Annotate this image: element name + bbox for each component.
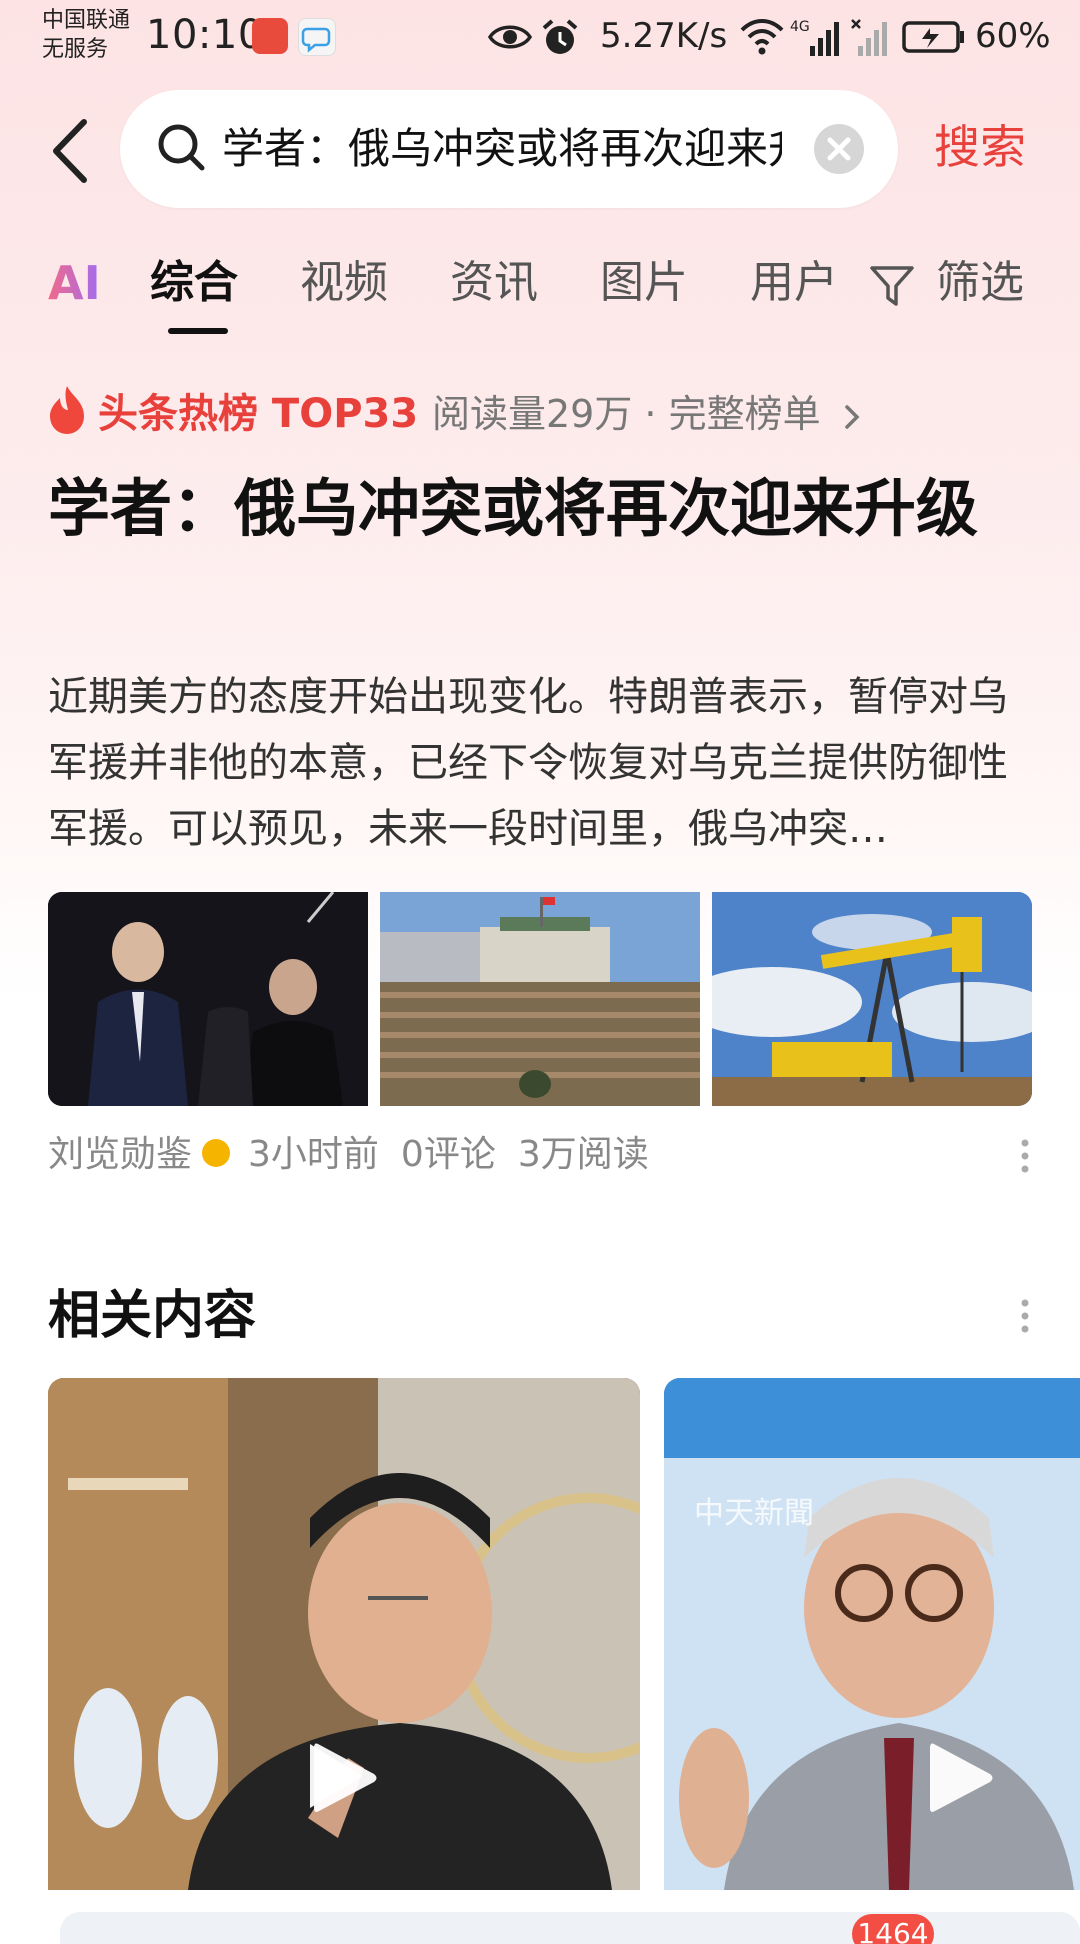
tab-ai[interactable]: AI xyxy=(48,248,101,318)
verified-badge-icon xyxy=(202,1139,231,1167)
search-input[interactable]: 学者：俄乌冲突或将再次迎来升级 xyxy=(222,116,782,182)
battery-icon xyxy=(902,21,964,53)
article-title[interactable]: 学者：俄乌冲突或将再次迎来升级 xyxy=(48,464,1008,554)
news-watermark: 中天新聞 xyxy=(694,1496,814,1531)
more-options-icon[interactable] xyxy=(1020,1138,1030,1174)
alarm-icon xyxy=(542,19,578,54)
battery-percentage: 60% xyxy=(975,16,1051,56)
play-icon-2[interactable] xyxy=(926,1738,996,1818)
no-signal-icon xyxy=(851,19,887,56)
related-video-1[interactable] xyxy=(48,1378,640,1890)
huawei-app-icon xyxy=(252,18,288,54)
filter-icon[interactable] xyxy=(868,264,916,308)
tab-users[interactable]: 用户 xyxy=(750,248,838,318)
tab-images[interactable]: 图片 xyxy=(600,248,688,318)
search-icon xyxy=(158,124,205,171)
tab-filter[interactable]: 筛选 xyxy=(936,248,1024,318)
chat-app-icon xyxy=(298,18,336,56)
article-summary[interactable]: 近期美方的态度开始出现变化。特朗普表示，暂停对乌军援并非他的本意，已经下令恢复对… xyxy=(48,664,1018,862)
search-tabs: AI 综合 视频 资讯 图片 用户 筛选 xyxy=(0,248,1080,348)
related-video-2[interactable]: 中天新聞 xyxy=(664,1378,1080,1890)
search-box[interactable]: 学者：俄乌冲突或将再次迎来升级 xyxy=(120,90,898,208)
article-image-2[interactable] xyxy=(380,892,700,1106)
comment-count: 0评论 xyxy=(400,1134,496,1175)
play-icon[interactable] xyxy=(310,1738,380,1818)
carrier-service: 无服务 xyxy=(42,37,109,62)
tab-video[interactable]: 视频 xyxy=(300,248,388,318)
article-image-1[interactable] xyxy=(48,892,368,1106)
carrier-name: 中国联通 xyxy=(42,8,131,33)
publish-time: 3小时前 xyxy=(248,1134,379,1175)
active-tab-indicator xyxy=(168,328,228,334)
related-more-icon[interactable] xyxy=(1020,1298,1030,1334)
network-type-label: 4G xyxy=(790,19,810,35)
hot-list-meta[interactable]: 阅读量29万 · 完整榜单 xyxy=(432,386,865,442)
carrier-info: 中国联通 无服务 xyxy=(42,6,130,64)
clear-search-icon[interactable] xyxy=(814,124,864,174)
search-button[interactable]: 搜索 xyxy=(934,114,1026,180)
net-speed: 5.27K/s xyxy=(600,16,728,56)
chevron-right-icon xyxy=(844,404,860,429)
tab-news[interactable]: 资讯 xyxy=(450,248,538,318)
signal-strength-icon: 4G xyxy=(790,19,839,56)
fire-icon xyxy=(50,386,84,434)
article-meta: 刘览勋鉴 3小时前 0评论 3万阅读 xyxy=(48,1130,649,1180)
back-arrow-icon[interactable] xyxy=(48,118,92,184)
tab-comprehensive[interactable]: 综合 xyxy=(150,248,238,318)
article-image-3[interactable] xyxy=(712,892,1032,1106)
read-count: 3万阅读 xyxy=(517,1134,649,1175)
hot-list-reads: 阅读量29万 · 完整榜单 xyxy=(432,392,821,436)
wifi-icon xyxy=(740,19,784,55)
author-name[interactable]: 刘览勋鉴 xyxy=(48,1134,192,1175)
eye-icon xyxy=(488,25,532,49)
clock: 10:10 xyxy=(146,12,264,58)
hot-list-rank[interactable]: 头条热榜 TOP33 xyxy=(98,386,418,442)
status-bar: 中国联通 无服务 10:10 5.27K/s 4G 60% xyxy=(0,0,1080,80)
related-section-title: 相关内容 xyxy=(48,1286,257,1346)
notification-badge: 1464 xyxy=(852,1914,934,1944)
